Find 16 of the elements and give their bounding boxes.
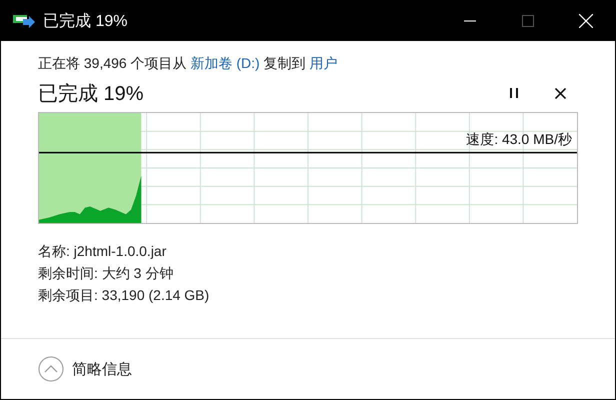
folder-link[interactable]: 用户 (310, 55, 338, 71)
window-title: 已完成 19% (43, 12, 128, 32)
copy-status-text: 正在将 39,496 个项目从 新加卷 (D:) 复制到 用户 (38, 55, 338, 73)
close-icon (554, 88, 566, 98)
folder-link[interactable]: 新加卷 (D:) (190, 55, 260, 71)
detail-text: 剩余项目: 33,190 (2.14 GB) (38, 286, 210, 305)
maximize-icon (522, 15, 534, 27)
fewer-details-button[interactable]: 简略信息 (38, 356, 132, 382)
progress-title: 已完成 19% (38, 82, 145, 106)
copy-icon (13, 13, 35, 29)
pause-icon (509, 87, 519, 99)
chevron-up-icon (38, 356, 64, 382)
close-icon (579, 14, 593, 28)
speed-label: 速度: 43.0 MB/秒 (466, 131, 572, 149)
detail-text: 名称: j2html-1.0.0.jar (38, 242, 166, 261)
detail-text: 剩余时间: 大约 3 分钟 (38, 264, 174, 283)
